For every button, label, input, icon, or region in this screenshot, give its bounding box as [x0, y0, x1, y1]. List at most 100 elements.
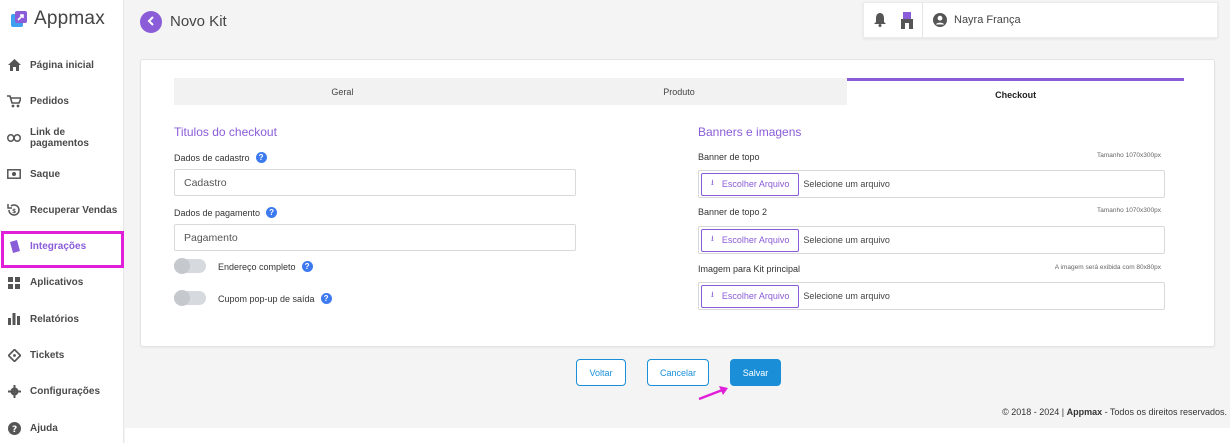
tab-checkout[interactable]: Checkout	[847, 78, 1185, 105]
footer-brand: Appmax	[1066, 407, 1103, 417]
sidebar-item-integracoes[interactable]: Integrações	[0, 228, 124, 269]
tab-produto[interactable]: Produto	[510, 78, 848, 105]
signup-label-row: Dados de cadastro ?	[174, 152, 267, 163]
upload-icon: ⭳	[711, 234, 714, 243]
choose-file-label: Escolher Arquivo	[721, 179, 790, 189]
checkout-titles-heading: Titulos do checkout	[174, 125, 277, 139]
sidebar-item-pedidos[interactable]: Pedidos	[0, 83, 124, 119]
cancel-button[interactable]: Cancelar	[647, 359, 709, 386]
banner-top2-file-input[interactable]: ⭳ Escolher Arquivo Selecione um arquivo	[698, 226, 1165, 254]
file-placeholder: Selecione um arquivo	[803, 235, 890, 245]
highlight-box	[1, 231, 124, 269]
payment-title-input[interactable]: Pagamento	[174, 224, 576, 251]
tabs: Geral Produto Checkout	[174, 78, 1185, 105]
sidebar-item-label: Pedidos	[30, 95, 69, 107]
help-icon[interactable]: ?	[255, 152, 267, 163]
header: Novo Kit Nayra França	[125, 0, 1230, 44]
sidebar-item-tickets[interactable]: Tickets	[0, 337, 124, 373]
choose-file-label: Escolher Arquivo	[721, 291, 790, 301]
upload-icon: ⭳	[711, 290, 714, 299]
cart-icon	[7, 94, 21, 108]
help-icon[interactable]: ?	[266, 207, 278, 218]
sidebar-item-label: Aplicativos	[30, 277, 84, 289]
user-menu[interactable]: Nayra França	[933, 13, 1021, 27]
sidebar-item-saque[interactable]: Saque	[0, 156, 124, 192]
bar-chart-icon	[7, 312, 21, 326]
sidebar-item-label: Link de pagamentos	[30, 126, 89, 149]
file-placeholder: Selecione um arquivo	[803, 179, 890, 189]
sidebar-nav: Página inicial Pedidos Link de pagamento…	[0, 47, 124, 443]
payment-label-row: Dados de pagamento ?	[174, 207, 278, 218]
payment-label: Dados de pagamento	[174, 207, 261, 218]
banner-top-label: Banner de topo	[698, 152, 760, 162]
kit-image-hint: A imagem será exibida com 80x80px	[1054, 264, 1161, 271]
bell-icon[interactable]	[873, 12, 887, 28]
help-icon: ?	[7, 421, 21, 435]
exit-popup-toggle[interactable]	[174, 290, 206, 306]
choose-file-button[interactable]: ⭳ Escolher Arquivo	[701, 172, 800, 196]
banners-heading: Banners e imagens	[698, 125, 802, 139]
ticket-icon	[7, 349, 21, 363]
signup-title-input[interactable]: Cadastro	[174, 169, 576, 196]
sidebar-item-relatorios[interactable]: Relatórios	[0, 301, 124, 337]
logo[interactable]: Appmax	[0, 0, 123, 38]
page-bottom	[125, 428, 1230, 443]
banner-top2-label: Banner de topo 2	[698, 207, 768, 217]
sidebar-item-pagina-inicial[interactable]: Página inicial	[0, 47, 124, 83]
upload-icon: ⭳	[711, 178, 714, 187]
home-icon	[7, 58, 21, 72]
apps-icon	[7, 276, 21, 290]
address-toggle-row: Endereço completo ?	[218, 261, 313, 272]
address-toggle-label: Endereço completo	[218, 261, 296, 272]
user-name: Nayra França	[954, 14, 1021, 26]
kit-image-file-input[interactable]: ⭳ Escolher Arquivo Selecione um arquivo	[698, 282, 1165, 310]
sidebar-item-configuracoes[interactable]: Configurações	[0, 374, 124, 410]
logo-text: Appmax	[34, 8, 105, 29]
appmax-logo-icon	[10, 10, 28, 28]
back-button-form[interactable]: Voltar	[576, 359, 626, 386]
user-avatar-icon	[933, 13, 947, 27]
money-icon	[7, 167, 21, 181]
store-icon[interactable]	[900, 11, 914, 29]
sidebar-item-label: Página inicial	[30, 59, 94, 71]
topbar: Nayra França	[863, 2, 1218, 38]
chevron-left-icon	[147, 13, 155, 31]
svg-text:$: $	[12, 208, 16, 215]
kit-image-label: Imagem para Kit principal	[698, 264, 801, 274]
sidebar-item-link-de-pagamentos[interactable]: Link de pagamentos	[0, 120, 124, 156]
exit-popup-toggle-row: Cupom pop-up de saída ?	[218, 293, 332, 304]
sidebar-item-recuperar-vendas[interactable]: $ Recuperar Vendas	[0, 192, 124, 228]
save-button[interactable]: Salvar	[730, 359, 781, 386]
sidebar-item-aplicativos[interactable]: Aplicativos	[0, 265, 124, 301]
footer-suffix: - Todos os direitos reservados.	[1102, 407, 1227, 417]
sidebar-item-ajuda[interactable]: ? Ajuda	[0, 410, 124, 443]
footer: © 2018 - 2024 | Appmax - Todos os direit…	[1002, 407, 1227, 417]
banner-top-hint: Tamanho 1070x300px	[1097, 152, 1161, 159]
address-toggle[interactable]	[174, 258, 206, 274]
pointer-arrow-icon	[698, 386, 728, 401]
sidebar-item-label: Saque	[30, 168, 61, 180]
back-button[interactable]	[140, 11, 162, 33]
choose-file-button[interactable]: ⭳ Escolher Arquivo	[701, 284, 800, 308]
kit-form-card: Geral Produto Checkout Titulos do checko…	[140, 59, 1215, 347]
choose-file-label: Escolher Arquivo	[721, 235, 790, 245]
gear-icon	[7, 385, 21, 399]
svg-text:?: ?	[12, 425, 17, 435]
sidebar-item-label: Configurações	[30, 386, 101, 398]
sidebar-item-label: Relatórios	[30, 313, 79, 325]
tab-geral[interactable]: Geral	[174, 78, 511, 105]
recover-icon: $	[7, 203, 21, 217]
file-placeholder: Selecione um arquivo	[803, 291, 890, 301]
banner-top-file-input[interactable]: ⭳ Escolher Arquivo Selecione um arquivo	[698, 170, 1165, 198]
signup-label: Dados de cadastro	[174, 152, 250, 163]
help-icon[interactable]: ?	[301, 261, 313, 272]
page-title: Novo Kit	[170, 13, 227, 30]
sidebar-item-label: Tickets	[30, 350, 65, 362]
sidebar: Appmax Página inicial Pedidos Link de pa…	[0, 0, 124, 443]
footer-prefix: © 2018 - 2024 |	[1002, 407, 1067, 417]
choose-file-button[interactable]: ⭳ Escolher Arquivo	[701, 228, 800, 252]
sidebar-item-label: Recuperar Vendas	[30, 204, 118, 216]
help-icon[interactable]: ?	[320, 293, 332, 304]
banner-top2-hint: Tamanho 1070x300px	[1097, 207, 1161, 214]
link-icon	[7, 131, 21, 145]
